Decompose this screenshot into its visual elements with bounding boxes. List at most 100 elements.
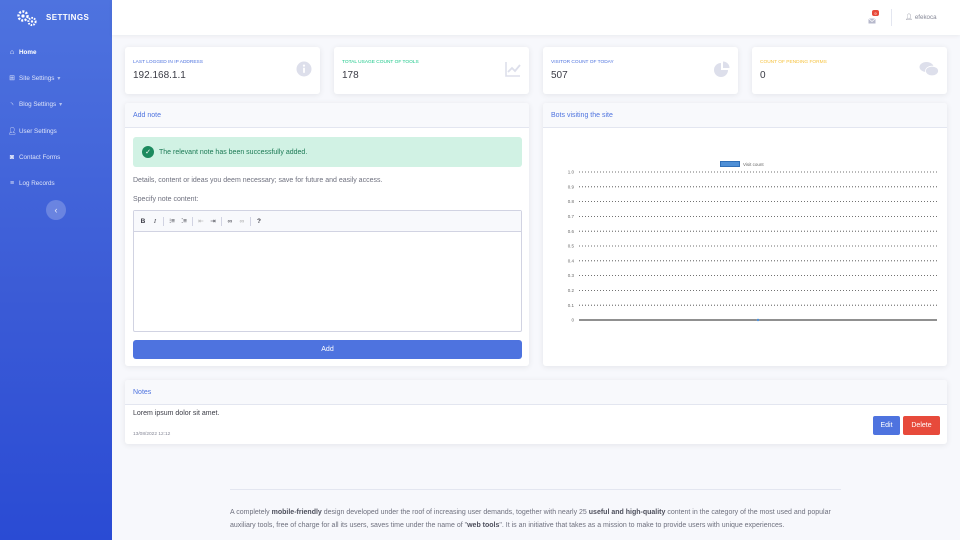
add-note-panel: Add note ✓ The relevant note has been su… bbox=[125, 103, 529, 366]
user-menu[interactable]: 👤︎ efekoca bbox=[905, 13, 937, 22]
topbar-divider bbox=[891, 9, 892, 26]
stat-label: LAST LOGGED IN IP ADDRESS bbox=[133, 60, 203, 65]
panel-title: Notes bbox=[125, 380, 947, 405]
user-icon: 👤︎ bbox=[905, 14, 913, 21]
stat-card-tools: TOTAL USAGE COUNT OF TOOLS 178 bbox=[334, 47, 529, 94]
note-editor[interactable]: B I ⁝≡ ⁚≡ ⇤ ⇥ ∞ ∞ ? bbox=[133, 210, 522, 332]
panel-title: Add note bbox=[125, 103, 529, 128]
y-tick-label: 0.5 bbox=[568, 244, 575, 249]
bold-button[interactable]: B bbox=[139, 216, 147, 226]
editor-toolbar: B I ⁝≡ ⁚≡ ⇤ ⇥ ∞ ∞ ? bbox=[134, 211, 521, 232]
toolbar-separator bbox=[192, 216, 193, 226]
edit-note-button[interactable]: Edit bbox=[873, 416, 900, 435]
stat-label: COUNT OF PENDING FORMS bbox=[760, 60, 827, 65]
sidebar-item-home[interactable]: ⌂ Home bbox=[0, 39, 112, 65]
username: efekoca bbox=[914, 13, 937, 21]
sidebar-item-user-settings[interactable]: 👤︎ User Settings bbox=[0, 118, 112, 144]
sidebar-item-label: Log Records bbox=[19, 180, 55, 188]
footer-text-part: design developed under the roof of incre… bbox=[321, 509, 589, 516]
user-icon: 👤︎ bbox=[7, 128, 17, 136]
notifications-button[interactable]: 9 bbox=[868, 10, 879, 24]
comments-icon bbox=[919, 62, 939, 77]
sidebar-nav: ⌂ Home ⊞ Site Settings ▾ ◝ Blog Settings… bbox=[0, 39, 112, 197]
toolbar-separator bbox=[163, 216, 164, 226]
indent-icon[interactable]: ⇥ bbox=[209, 216, 217, 226]
unordered-list-icon[interactable]: ⁚≡ bbox=[180, 216, 188, 226]
sidebar-item-label: Home bbox=[19, 48, 37, 56]
brand[interactable]: SETTINGS bbox=[0, 0, 112, 35]
y-tick-label: 0.4 bbox=[568, 258, 575, 263]
sidebar-item-site-settings[interactable]: ⊞ Site Settings ▾ bbox=[0, 65, 112, 91]
y-tick-label: 0.9 bbox=[568, 184, 575, 189]
alert-text: The relevant note has been successfully … bbox=[159, 148, 308, 156]
stat-value: 0 bbox=[760, 70, 766, 81]
add-note-button[interactable]: Add bbox=[133, 340, 522, 359]
y-tick-label: 0.8 bbox=[568, 199, 575, 204]
notification-badge: 9 bbox=[872, 10, 879, 16]
sidebar-item-label: User Settings bbox=[19, 127, 57, 135]
add-note-description: Details, content or ideas you deem neces… bbox=[133, 177, 383, 184]
chevron-left-icon: ‹ bbox=[54, 205, 58, 215]
footer-text-bold: web tools bbox=[467, 521, 500, 529]
footer-text: A completely mobile-friendly design deve… bbox=[230, 507, 842, 532]
chevron-down-icon: ▾ bbox=[57, 75, 61, 82]
y-tick-label: 0 bbox=[571, 318, 574, 323]
stat-value: 507 bbox=[551, 70, 568, 81]
sidebar-toggle-button[interactable]: ‹ bbox=[46, 200, 66, 220]
chevron-down-icon: ▾ bbox=[59, 102, 63, 109]
topbar: 9 👤︎ efekoca bbox=[112, 0, 960, 35]
footer-text-bold: useful and high-quality bbox=[588, 509, 666, 516]
note-text: Lorem ipsum dolor sit amet. bbox=[133, 410, 220, 417]
chart-pie-icon bbox=[714, 61, 730, 77]
footer-text-bold: mobile-friendly bbox=[271, 509, 322, 516]
y-tick-label: 0.2 bbox=[568, 288, 575, 293]
outdent-icon[interactable]: ⇤ bbox=[197, 216, 205, 226]
bots-panel: Bots visiting the site Visit count 1.0 0.… bbox=[543, 103, 947, 366]
sidebar-item-blog-settings[interactable]: ◝ Blog Settings ▾ bbox=[0, 92, 112, 118]
y-tick-label: 0.3 bbox=[568, 273, 575, 278]
toolbar-separator bbox=[221, 216, 222, 226]
chart-line-icon bbox=[505, 62, 521, 77]
stat-card-forms: COUNT OF PENDING FORMS 0 bbox=[752, 47, 947, 94]
y-tick-label: 1.0 bbox=[568, 170, 575, 175]
sidebar-item-label: Site Settings bbox=[19, 74, 55, 82]
note-date: 13/08/2022 12:12 bbox=[133, 432, 171, 437]
envelope-icon bbox=[868, 18, 876, 24]
check-circle-icon: ✓ bbox=[142, 146, 154, 158]
sidebar-item-contact-forms[interactable]: ◙ Contact Forms bbox=[0, 144, 112, 170]
note-content-label: Specify note content: bbox=[133, 196, 199, 203]
sidebar-item-label: Blog Settings bbox=[19, 101, 57, 109]
bots-line-chart: 1.0 0.9 0.8 0.7 0.6 0.5 0.4 0.3 0.2 0.1 0 bbox=[568, 170, 937, 323]
gears-icon bbox=[17, 9, 37, 26]
home-icon: ⌂ bbox=[9, 48, 15, 56]
help-button[interactable]: ? bbox=[255, 216, 263, 226]
link-icon[interactable]: ∞ bbox=[226, 216, 234, 226]
success-alert: ✓ The relevant note has been successfull… bbox=[133, 137, 522, 167]
footer-text-part: ". It is an initiative that takes as a m… bbox=[499, 521, 785, 529]
stat-card-ip: LAST LOGGED IN IP ADDRESS 192.168.1.1 bbox=[125, 47, 320, 94]
stat-label: VISITOR COUNT OF TODAY bbox=[551, 60, 614, 65]
stat-label: TOTAL USAGE COUNT OF TOOLS bbox=[342, 60, 419, 65]
sidebar: SETTINGS ⌂ Home ⊞ Site Settings ▾ ◝ Blog… bbox=[0, 0, 112, 540]
comments-icon: ◙ bbox=[9, 153, 15, 161]
stat-card-visitors: VISITOR COUNT OF TODAY 507 bbox=[543, 47, 738, 94]
delete-note-button[interactable]: Delete bbox=[903, 416, 940, 435]
ordered-list-icon[interactable]: ⁝≡ bbox=[168, 216, 176, 226]
y-tick-label: 0.6 bbox=[568, 229, 575, 234]
stat-value: 178 bbox=[342, 70, 359, 81]
info-circle-icon bbox=[296, 61, 312, 77]
italic-button[interactable]: I bbox=[151, 216, 159, 226]
sidebar-item-log-records[interactable]: ≡ Log Records bbox=[0, 170, 112, 196]
footer-text-part: A completely bbox=[230, 509, 272, 516]
unlink-icon[interactable]: ∞ bbox=[238, 216, 246, 226]
footer-divider bbox=[230, 489, 841, 490]
y-tick-label: 0.7 bbox=[568, 214, 575, 219]
notes-panel: Notes Lorem ipsum dolor sit amet. 13/08/… bbox=[125, 380, 947, 444]
toolbar-separator bbox=[250, 216, 251, 226]
rss-icon: ◝ bbox=[10, 101, 14, 109]
brand-title: SETTINGS bbox=[46, 13, 90, 22]
series-point bbox=[756, 318, 760, 322]
y-tick-label: 0.1 bbox=[568, 303, 575, 308]
sidebar-item-label: Contact Forms bbox=[19, 153, 61, 161]
stat-value: 192.168.1.1 bbox=[133, 70, 186, 81]
